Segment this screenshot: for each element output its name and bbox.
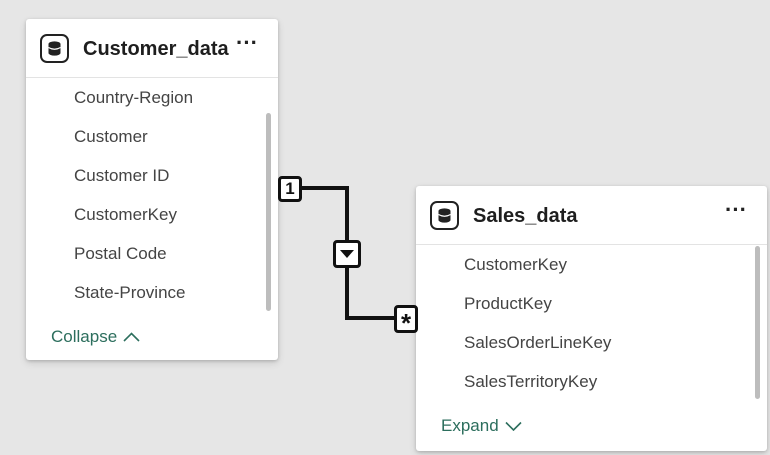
collapse-button[interactable]: Collapse [51,327,140,347]
field-item[interactable]: Country-Region [26,78,266,117]
expand-button[interactable]: Expand [441,416,522,436]
table-card-customer-data[interactable]: Customer_data ··· Country-Region Custome… [26,19,278,360]
more-options-icon[interactable]: ··· [233,32,261,61]
field-item[interactable]: SalesOrderLineKey [416,323,755,362]
database-icon [40,34,69,63]
triangle-down-icon [340,249,354,258]
cardinality-many-badge: * [394,305,418,337]
collapse-label: Collapse [51,327,118,346]
table-header[interactable]: Sales_data ··· [416,186,767,245]
cardinality-one-badge: 1 [278,176,302,202]
table-header[interactable]: Customer_data ··· [26,19,278,78]
scrollbar[interactable] [755,246,760,399]
field-item[interactable]: CustomerKey [416,245,755,284]
scrollbar[interactable] [266,113,271,311]
field-list: CustomerKey ProductKey SalesOrderLineKey… [416,245,755,401]
field-item[interactable]: Postal Code [26,234,266,273]
chevron-down-icon [505,421,522,431]
table-card-sales-data[interactable]: Sales_data ··· CustomerKey ProductKey Sa… [416,186,767,451]
field-item[interactable]: Customer [26,117,266,156]
expand-label: Expand [441,416,499,435]
field-item[interactable]: Customer ID [26,156,266,195]
chevron-up-icon [123,332,140,342]
more-options-icon[interactable]: ··· [722,199,750,228]
database-icon [430,201,459,230]
filter-direction-icon [333,240,361,268]
field-item[interactable]: ProductKey [416,284,755,323]
field-item[interactable]: SalesTerritoryKey [416,362,755,401]
table-title: Sales_data [473,205,578,227]
field-list: Country-Region Customer Customer ID Cust… [26,78,266,312]
field-item[interactable]: State-Province [26,273,266,312]
field-item[interactable]: CustomerKey [26,195,266,234]
table-title: Customer_data [83,38,229,60]
